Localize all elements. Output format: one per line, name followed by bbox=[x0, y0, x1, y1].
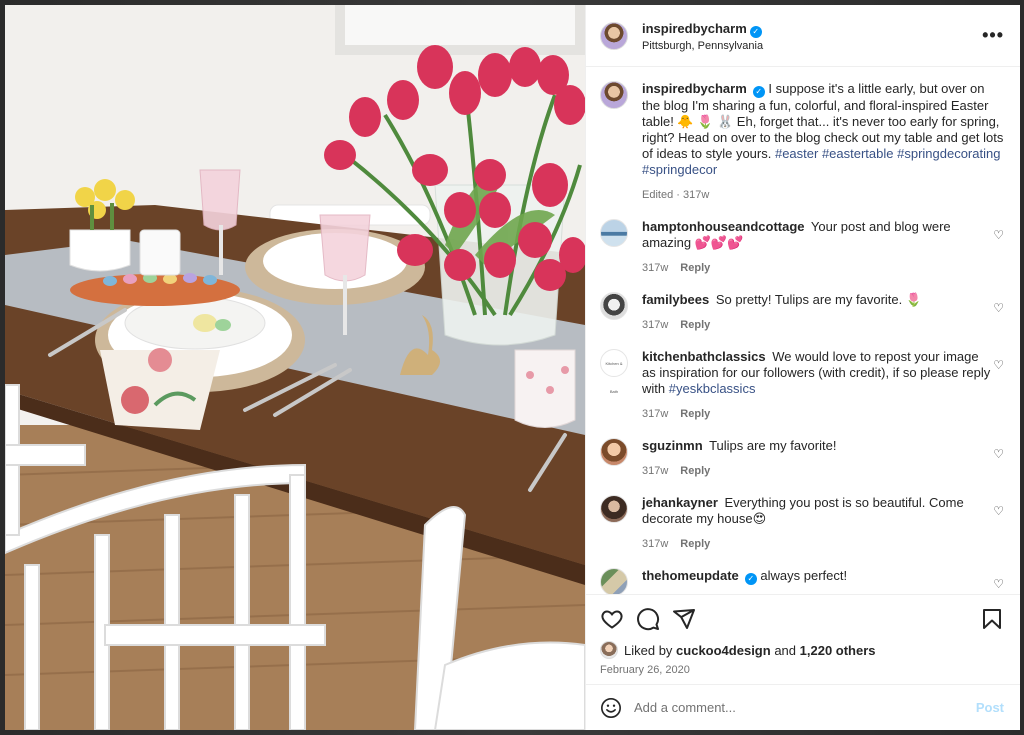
share-paper-plane-icon[interactable] bbox=[672, 607, 696, 631]
comment-meta: 317w Reply bbox=[642, 260, 992, 276]
comment-item: sguzinmn Tulips are my favorite! 317w Rep… bbox=[600, 438, 1004, 479]
author-avatar[interactable] bbox=[600, 21, 628, 50]
liker-avatar[interactable] bbox=[600, 641, 618, 659]
post-date[interactable]: February 26, 2020 bbox=[600, 664, 1004, 676]
comment-age: 317w bbox=[642, 262, 669, 274]
comment-hashtag[interactable]: #yeskbclassics bbox=[669, 381, 756, 396]
comment-item: familybees So pretty! Tulips are my favo… bbox=[600, 292, 1004, 333]
comment-body: sguzinmn Tulips are my favorite! 317w Rep… bbox=[642, 438, 992, 479]
comment-age: 317w bbox=[642, 319, 669, 331]
commenter-avatar[interactable]: Kitchen & Bath bbox=[600, 349, 628, 394]
verified-badge-icon: ✓ bbox=[752, 86, 765, 98]
liker-username[interactable]: cuckoo4design bbox=[676, 643, 771, 658]
comment-age: 317w bbox=[642, 408, 669, 420]
comment-bubble-icon[interactable] bbox=[636, 607, 660, 631]
caption-avatar[interactable] bbox=[600, 81, 628, 109]
comment-meta: 317w Reply bbox=[642, 536, 992, 552]
reply-button[interactable]: Reply bbox=[680, 408, 710, 420]
comment-username[interactable]: sguzinmn bbox=[642, 438, 703, 453]
comment-age: 317w bbox=[642, 465, 669, 477]
caption-body: inspiredbycharm ✓ I suppose it's a little… bbox=[642, 81, 1004, 203]
comment-item: jehankayner Everything you post is so be… bbox=[600, 495, 1004, 552]
caption: inspiredbycharm ✓ I suppose it's a little… bbox=[600, 81, 1004, 203]
post-modal: inspiredbycharm ✓ Pittsburgh, Pennsylvani… bbox=[5, 5, 1020, 730]
comment-username[interactable]: kitchenbathclassics bbox=[642, 349, 766, 364]
comments-scroll-area[interactable]: inspiredbycharm ✓ I suppose it's a little… bbox=[586, 67, 1020, 594]
verified-badge-icon: ✓ bbox=[744, 573, 757, 585]
comment-text: Tulips are my favorite! bbox=[709, 438, 837, 453]
comment-composer: Post bbox=[586, 684, 1020, 730]
like-comment-heart-icon[interactable]: ♡ bbox=[992, 301, 1004, 333]
comment-age: 317w bbox=[642, 538, 669, 550]
commenter-avatar[interactable] bbox=[600, 568, 628, 594]
comment-username[interactable]: thehomeupdate bbox=[642, 568, 739, 583]
comment-text: So pretty! Tulips are my favorite. 🌷 bbox=[715, 292, 923, 307]
like-comment-heart-icon[interactable]: ♡ bbox=[992, 358, 1004, 422]
commenter-avatar[interactable] bbox=[600, 292, 628, 320]
comment-body: hamptonhouseandcottage Your post and blo… bbox=[642, 219, 992, 276]
reply-button[interactable]: Reply bbox=[680, 319, 710, 331]
comment-item: Kitchen & Bath kitchenbathclassics We wo… bbox=[600, 349, 1004, 422]
caption-username[interactable]: inspiredbycharm bbox=[642, 81, 747, 96]
post-header: inspiredbycharm ✓ Pittsburgh, Pennsylvani… bbox=[586, 5, 1020, 67]
likes-prefix: Liked by bbox=[624, 642, 673, 658]
post-actions: Liked by cuckoo4design and 1,220 others … bbox=[586, 594, 1020, 684]
reply-button[interactable]: Reply bbox=[680, 262, 710, 274]
comment-username[interactable]: familybees bbox=[642, 292, 709, 307]
comment-input[interactable] bbox=[634, 700, 976, 715]
comment-item: thehomeupdate ✓ always perfect! ♡ bbox=[600, 568, 1004, 594]
comment-username[interactable]: hamptonhouseandcottage bbox=[642, 219, 805, 234]
reply-button[interactable]: Reply bbox=[680, 465, 710, 477]
comment-body: kitchenbathclassics We would love to rep… bbox=[642, 349, 992, 422]
commenter-avatar[interactable] bbox=[600, 495, 628, 523]
like-comment-heart-icon[interactable]: ♡ bbox=[992, 228, 1004, 276]
likes-others-count[interactable]: 1,220 others bbox=[800, 643, 876, 658]
like-comment-heart-icon[interactable]: ♡ bbox=[992, 577, 1004, 594]
like-comment-heart-icon[interactable]: ♡ bbox=[992, 504, 1004, 552]
likes-and: and bbox=[774, 642, 797, 658]
reply-button[interactable]: Reply bbox=[680, 538, 710, 550]
save-bookmark-icon[interactable] bbox=[980, 607, 1004, 631]
post-side-panel: inspiredbycharm ✓ Pittsburgh, Pennsylvani… bbox=[585, 5, 1020, 730]
comment-body: familybees So pretty! Tulips are my favo… bbox=[642, 292, 992, 333]
post-location[interactable]: Pittsburgh, Pennsylvania bbox=[642, 40, 982, 52]
verified-badge-icon: ✓ bbox=[749, 25, 762, 38]
author-username[interactable]: inspiredbycharm bbox=[642, 21, 747, 36]
post-comment-button[interactable]: Post bbox=[976, 700, 1004, 715]
comment-item: hamptonhouseandcottage Your post and blo… bbox=[600, 219, 1004, 276]
like-comment-heart-icon[interactable]: ♡ bbox=[992, 447, 1004, 479]
comment-body: jehankayner Everything you post is so be… bbox=[642, 495, 992, 552]
likes-summary: Liked by cuckoo4design and 1,220 others bbox=[600, 641, 1004, 659]
easter-table-photo bbox=[5, 5, 585, 730]
comment-body: thehomeupdate ✓ always perfect! bbox=[642, 568, 992, 594]
action-icons bbox=[600, 605, 1004, 633]
comment-meta: 317w Reply bbox=[642, 406, 992, 422]
like-heart-icon[interactable] bbox=[600, 607, 624, 631]
commenter-avatar[interactable] bbox=[600, 219, 628, 247]
comment-text: always perfect! bbox=[760, 568, 848, 583]
post-photo[interactable] bbox=[5, 5, 585, 730]
emoji-smiley-icon[interactable] bbox=[600, 697, 622, 719]
caption-edited: Edited · 317w bbox=[642, 189, 710, 201]
comment-meta: 317w Reply bbox=[642, 463, 992, 479]
commenter-avatar[interactable] bbox=[600, 438, 628, 466]
comment-username[interactable]: jehankayner bbox=[642, 495, 718, 510]
comment-meta: 317w Reply bbox=[642, 317, 992, 333]
author-info: inspiredbycharm ✓ Pittsburgh, Pennsylvani… bbox=[642, 20, 982, 52]
more-options-icon[interactable]: ••• bbox=[982, 25, 1004, 46]
